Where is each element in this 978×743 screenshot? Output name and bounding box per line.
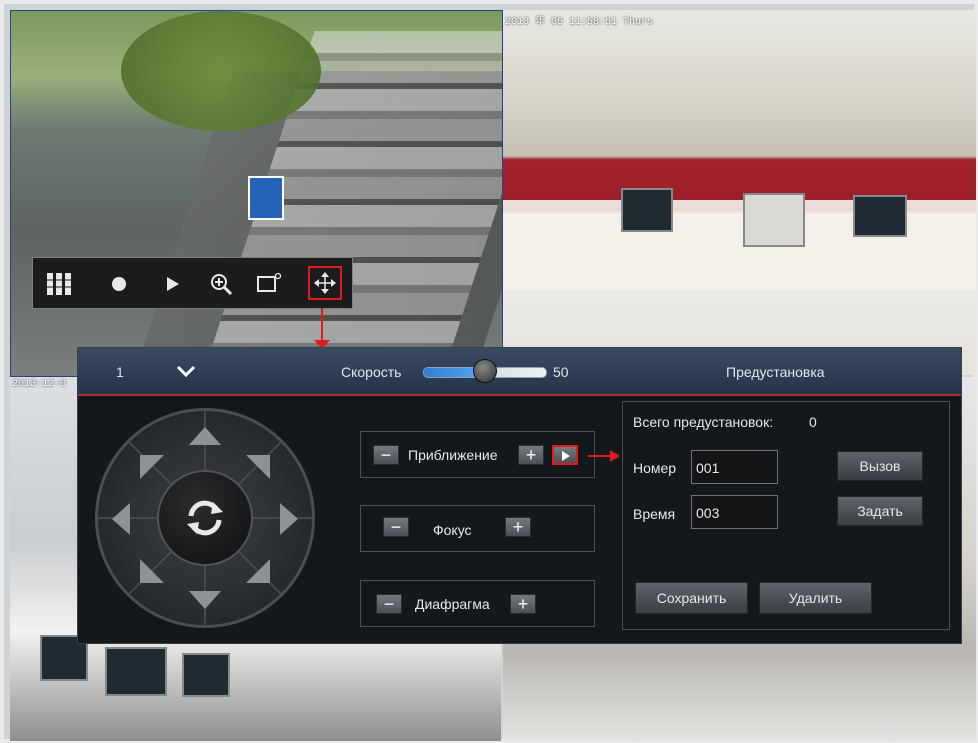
save-button[interactable]: Сохранить	[635, 582, 748, 614]
layout-icon[interactable]	[45, 270, 73, 298]
focus-label: Фокус	[433, 522, 472, 538]
monitor	[182, 653, 230, 697]
pan-left-icon[interactable]	[110, 501, 132, 537]
focus-minus-button[interactable]: −	[383, 517, 409, 537]
call-preset-button[interactable]: Вызов	[837, 451, 923, 481]
chevron-down-icon[interactable]	[175, 360, 197, 382]
zoom-in-icon[interactable]	[207, 270, 235, 298]
pan-up-left-icon[interactable]	[138, 453, 166, 481]
speed-slider-handle[interactable]	[473, 359, 497, 383]
auto-scan-button[interactable]	[157, 470, 253, 566]
tree	[121, 11, 321, 131]
pan-up-icon[interactable]	[187, 425, 223, 447]
iris-minus-button[interactable]: −	[376, 594, 402, 614]
callout-line	[588, 455, 612, 457]
zoom-control: − Приближение +	[360, 431, 595, 478]
record-icon[interactable]	[105, 270, 133, 298]
camera-tile-reception[interactable]: 2013 年 05 11:58:51 Thurs	[503, 10, 976, 375]
monitor	[105, 647, 167, 696]
pan-right-icon[interactable]	[278, 501, 300, 537]
preset-tab[interactable]: Предустановка	[726, 364, 825, 380]
pan-down-left-icon[interactable]	[138, 557, 166, 585]
speed-label: Скорость	[341, 364, 402, 380]
monitor	[853, 195, 907, 237]
pedestrian-sign-icon	[248, 176, 284, 220]
camera-timestamp: 2013 年 05 11:58:51 Thurs	[505, 17, 654, 28]
callout-arrow-icon	[610, 450, 620, 462]
preset-total-value: 0	[809, 414, 817, 430]
speed-value: 50	[553, 364, 569, 380]
zoom-in-button[interactable]: +	[518, 445, 544, 465]
refresh-icon	[187, 500, 223, 536]
zoom-out-button[interactable]: −	[373, 445, 399, 465]
iris-plus-button[interactable]: +	[510, 594, 536, 614]
ptz-move-icon[interactable]	[308, 266, 342, 300]
panel-header: 1 Скорость 50 Предустановка	[78, 348, 961, 396]
preset-settings: Всего предустановок: 0 Номер 001 Вызов В…	[622, 401, 950, 630]
zoom-label: Приближение	[408, 447, 498, 463]
pan-down-right-icon[interactable]	[244, 557, 272, 585]
iris-label: Диафрагма	[415, 596, 490, 612]
set-preset-button[interactable]: Задать	[837, 496, 923, 526]
camera-toolbar	[32, 257, 353, 309]
camera-tile-street[interactable]	[10, 10, 503, 377]
monitor	[621, 188, 673, 232]
focus-plus-button[interactable]: +	[505, 517, 531, 537]
channel-number[interactable]: 1	[116, 364, 124, 380]
preset-time-label: Время	[633, 506, 676, 522]
zoom-more-button[interactable]	[552, 445, 578, 465]
color-settings-icon[interactable]	[255, 270, 283, 298]
direction-pad	[95, 408, 315, 628]
delete-button[interactable]: Удалить	[759, 582, 872, 614]
pan-down-icon[interactable]	[187, 589, 223, 611]
preset-number-label: Номер	[633, 460, 677, 476]
camera-timestamp: 2013-12-0	[12, 379, 67, 390]
preset-number-field[interactable]: 001	[691, 450, 778, 484]
play-icon[interactable]	[158, 270, 186, 298]
play-icon	[562, 451, 570, 461]
pan-up-right-icon[interactable]	[244, 453, 272, 481]
callout-line	[321, 308, 323, 342]
preset-total-label: Всего предустановок:	[633, 414, 774, 430]
printer	[743, 193, 805, 247]
iris-control: − Диафрагма +	[360, 580, 595, 627]
focus-control: − Фокус +	[360, 505, 595, 552]
preset-time-field[interactable]: 003	[691, 495, 778, 529]
ptz-control-panel: 1 Скорость 50 Предустановка − Приближени…	[77, 347, 962, 644]
